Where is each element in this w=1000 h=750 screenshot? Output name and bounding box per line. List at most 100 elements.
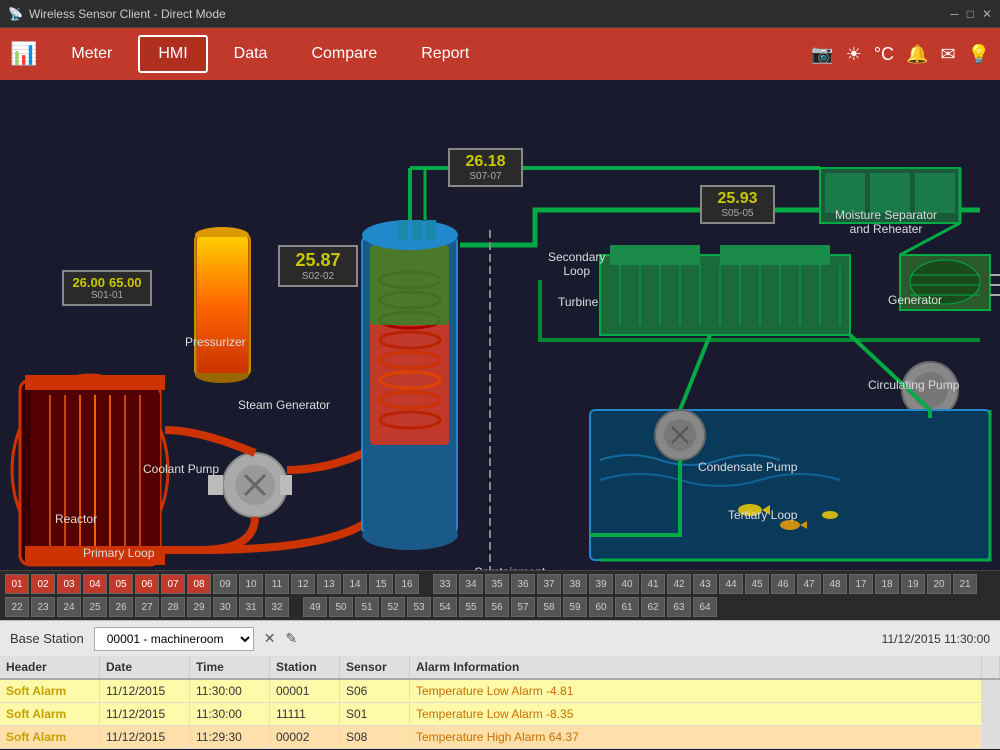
sensor-num-14[interactable]: 14 — [343, 574, 367, 594]
nav-meter[interactable]: Meter — [53, 37, 130, 71]
temperature-icon[interactable]: °C — [874, 44, 894, 65]
scroll-area-1 — [982, 680, 1000, 702]
camera-icon[interactable]: 📷 — [811, 44, 833, 65]
sensor-num-46[interactable]: 46 — [771, 574, 795, 594]
nav-compare[interactable]: Compare — [293, 37, 395, 71]
sensor-num-38[interactable]: 38 — [563, 574, 587, 594]
alarm-row-1[interactable]: Soft Alarm 11/12/2015 11:30:00 00001 S06… — [0, 680, 1000, 703]
sensor-num-30[interactable]: 30 — [213, 597, 237, 617]
nav-data[interactable]: Data — [216, 37, 286, 71]
sensor-num-15[interactable]: 15 — [369, 574, 393, 594]
alarm-row-2[interactable]: Soft Alarm 11/12/2015 11:30:00 11111 S01… — [0, 703, 1000, 726]
sensor-num-54[interactable]: 54 — [433, 597, 457, 617]
alarm-row-3[interactable]: Soft Alarm 11/12/2015 11:29:30 00002 S08… — [0, 726, 1000, 749]
sensor-num-25[interactable]: 25 — [83, 597, 107, 617]
sensor-num-27[interactable]: 27 — [135, 597, 159, 617]
sensor-num-40[interactable]: 40 — [615, 574, 639, 594]
alarm-icon[interactable]: 🔔 — [906, 44, 928, 65]
sensor-num-22[interactable]: 22 — [5, 597, 29, 617]
sensor-num-41[interactable]: 41 — [641, 574, 665, 594]
sensor-value2: 65.00 — [109, 275, 142, 290]
sensor-num-47[interactable]: 47 — [797, 574, 821, 594]
sensor-num-01[interactable]: 01 — [5, 574, 29, 594]
sensor-label: S07-07 — [456, 171, 515, 182]
sensor-s0505[interactable]: 25.93 S05-05 — [700, 185, 775, 224]
close-button[interactable]: ✕ — [982, 7, 992, 21]
sensor-num-10[interactable]: 10 — [239, 574, 263, 594]
sensor-num-37[interactable]: 37 — [537, 574, 561, 594]
scroll-area-3 — [982, 726, 1000, 748]
sensor-num-24[interactable]: 24 — [57, 597, 81, 617]
nav-report[interactable]: Report — [403, 37, 487, 71]
sensor-num-59[interactable]: 59 — [563, 597, 587, 617]
sensor-num-53[interactable]: 53 — [407, 597, 431, 617]
settings-icon[interactable]: 💡 — [968, 44, 990, 65]
sensor-num-21[interactable]: 21 — [953, 574, 977, 594]
maximize-button[interactable]: □ — [967, 7, 974, 21]
sensor-num-42[interactable]: 42 — [667, 574, 691, 594]
sensor-num-55[interactable]: 55 — [459, 597, 483, 617]
alarm-info-3: Temperature High Alarm 64.37 — [410, 726, 982, 748]
sensor-num-34[interactable]: 34 — [459, 574, 483, 594]
col-header-info: Alarm Information — [410, 656, 982, 678]
sensor-num-45[interactable]: 45 — [745, 574, 769, 594]
col-header-time: Time — [190, 656, 270, 678]
sensor-num-51[interactable]: 51 — [355, 597, 379, 617]
sensor-num-11[interactable]: 11 — [265, 574, 289, 594]
sensor-num-07[interactable]: 07 — [161, 574, 185, 594]
sensor-s0202[interactable]: 25.87 S02-02 — [278, 245, 358, 287]
sensor-num-23[interactable]: 23 — [31, 597, 55, 617]
sensor-label: S05-05 — [708, 208, 767, 219]
sensor-num-09[interactable]: 09 — [213, 574, 237, 594]
sensor-num-18[interactable]: 18 — [875, 574, 899, 594]
timestamp: 11/12/2015 11:30:00 — [882, 632, 990, 646]
sensor-num-08[interactable]: 08 — [187, 574, 211, 594]
sensor-num-57[interactable]: 57 — [511, 597, 535, 617]
sensor-num-64[interactable]: 64 — [693, 597, 717, 617]
sensor-num-35[interactable]: 35 — [485, 574, 509, 594]
sensor-num-05[interactable]: 05 — [109, 574, 133, 594]
sensor-num-17[interactable]: 17 — [849, 574, 873, 594]
sensor-num-49[interactable]: 49 — [303, 597, 327, 617]
sensor-num-63[interactable]: 63 — [667, 597, 691, 617]
sensor-num-43[interactable]: 43 — [693, 574, 717, 594]
edit-config-icon[interactable]: ✎ — [285, 630, 297, 647]
sensor-num-52[interactable]: 52 — [381, 597, 405, 617]
sensor-s0101[interactable]: 26.00 65.00 S01-01 — [62, 270, 152, 306]
sensor-num-44[interactable]: 44 — [719, 574, 743, 594]
sensor-num-16[interactable]: 16 — [395, 574, 419, 594]
sensor-num-12[interactable]: 12 — [291, 574, 315, 594]
sensor-num-36[interactable]: 36 — [511, 574, 535, 594]
sensor-num-33[interactable]: 33 — [433, 574, 457, 594]
sensor-num-02[interactable]: 02 — [31, 574, 55, 594]
sensor-num-56[interactable]: 56 — [485, 597, 509, 617]
sensor-num-28[interactable]: 28 — [161, 597, 185, 617]
col-header-sensor: Sensor — [340, 656, 410, 678]
sensor-num-62[interactable]: 62 — [641, 597, 665, 617]
sensor-num-50[interactable]: 50 — [329, 597, 353, 617]
window-controls: ─ □ ✕ — [950, 7, 992, 21]
sensor-num-26[interactable]: 26 — [109, 597, 133, 617]
sensor-s0707[interactable]: 26.18 S07-07 — [448, 148, 523, 187]
sensor-num-31[interactable]: 31 — [239, 597, 263, 617]
close-config-icon[interactable]: ✕ — [264, 630, 276, 647]
nav-right-icons: 📷 ☀ °C 🔔 ✉ 💡 — [811, 44, 990, 65]
brightness-icon[interactable]: ☀ — [846, 44, 862, 65]
sensor-num-20[interactable]: 20 — [927, 574, 951, 594]
sensor-num-06[interactable]: 06 — [135, 574, 159, 594]
sensor-num-03[interactable]: 03 — [57, 574, 81, 594]
sensor-num-19[interactable]: 19 — [901, 574, 925, 594]
sensor-num-39[interactable]: 39 — [589, 574, 613, 594]
sensor-num-48[interactable]: 48 — [823, 574, 847, 594]
minimize-button[interactable]: ─ — [950, 7, 959, 21]
sensor-num-61[interactable]: 61 — [615, 597, 639, 617]
email-icon[interactable]: ✉ — [940, 44, 955, 65]
sensor-num-04[interactable]: 04 — [83, 574, 107, 594]
sensor-num-13[interactable]: 13 — [317, 574, 341, 594]
sensor-num-32[interactable]: 32 — [265, 597, 289, 617]
nav-hmi[interactable]: HMI — [138, 35, 207, 73]
sensor-num-29[interactable]: 29 — [187, 597, 211, 617]
sensor-num-60[interactable]: 60 — [589, 597, 613, 617]
sensor-num-58[interactable]: 58 — [537, 597, 561, 617]
base-station-select[interactable]: 00001 - machineroom — [94, 627, 254, 651]
